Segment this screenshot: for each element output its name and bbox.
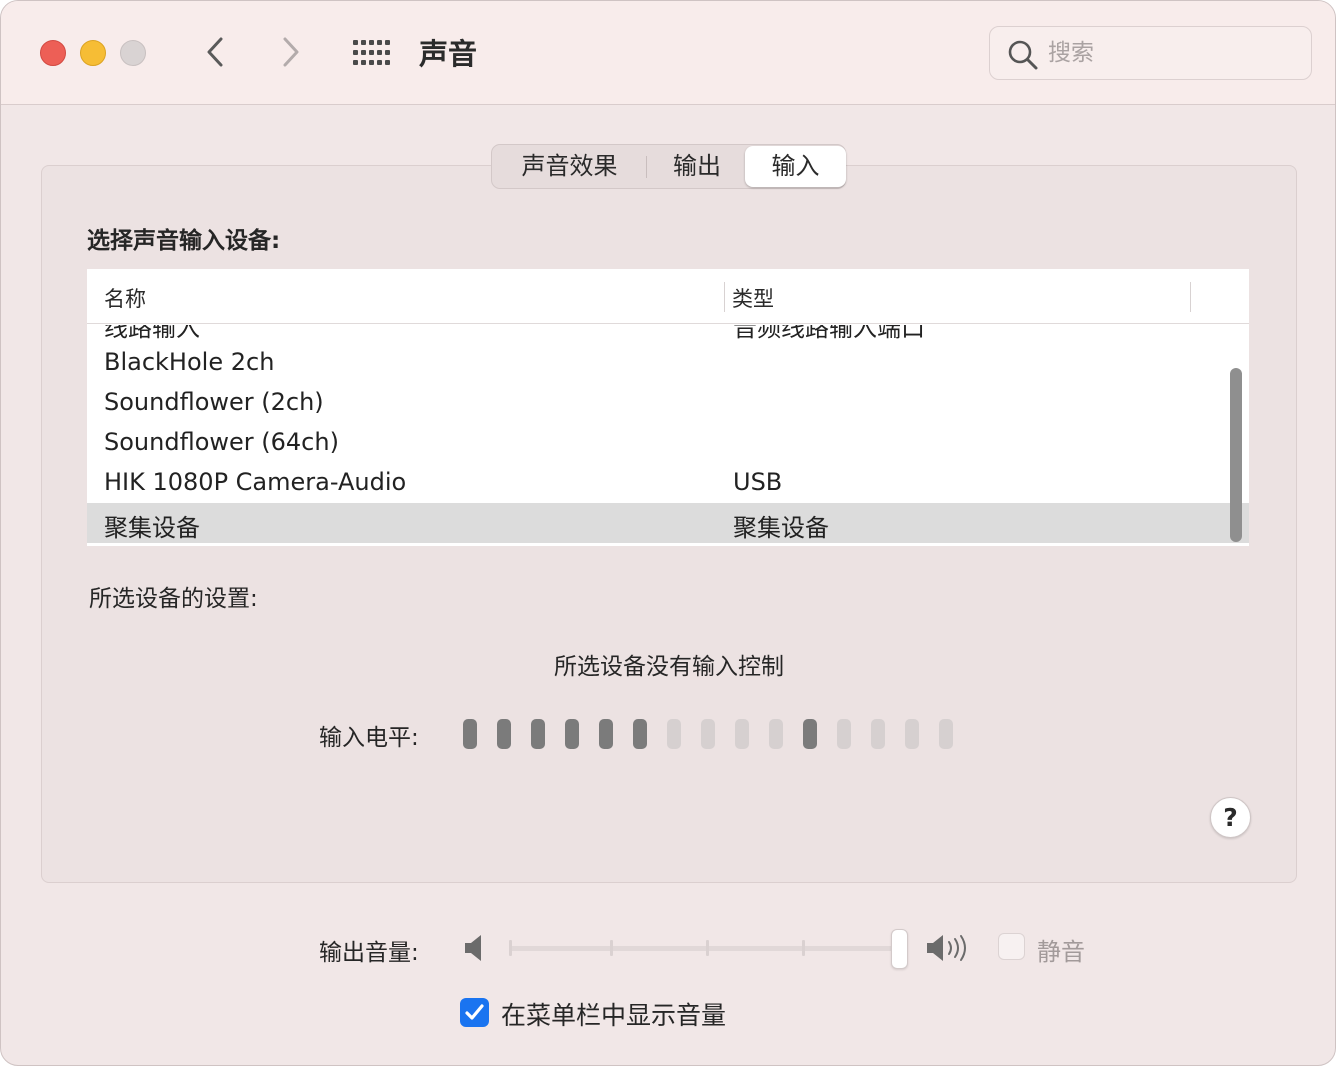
volume-tick [610,940,613,956]
device-name: 线路输入 [104,325,200,342]
search-field[interactable] [989,26,1312,80]
show-volume-in-menubar-label[interactable]: 在菜单栏中显示音量 [501,996,726,1032]
speaker-low-icon [465,935,481,961]
level-bar [701,719,715,749]
level-bar [463,719,477,749]
level-bar [497,719,511,749]
device-name: Soundflower (2ch) [104,388,324,416]
search-input[interactable] [1048,35,1298,71]
tab-bar: 声音效果 输出 输入 [491,144,846,189]
device-type: USB [733,468,783,496]
table-row-selected[interactable]: 聚集设备 聚集设备 [87,503,1249,543]
window-title: 声音 [419,37,478,71]
level-bar [837,719,851,749]
minimize-button[interactable] [80,40,106,66]
tab-output[interactable]: 输出 [647,145,747,188]
volume-tick [509,940,512,956]
checkmark-icon [465,1004,484,1020]
input-device-table: 名称 类型 线路输入 音频线路输入端口 BlackHole 2ch Soundf… [87,269,1249,546]
device-name: Soundflower (64ch) [104,428,339,456]
speaker-high-icon [927,935,966,961]
level-bar [769,719,783,749]
close-button[interactable] [40,40,66,66]
output-volume-label: 输出音量: [319,940,419,966]
mute-checkbox[interactable] [998,933,1025,960]
column-header-name[interactable]: 名称 [104,283,146,313]
help-button[interactable]: ? [1210,797,1251,838]
output-volume-track[interactable] [509,946,901,951]
column-header-type[interactable]: 类型 [732,283,774,313]
show-all-button[interactable] [353,40,390,66]
level-bar [633,719,647,749]
table-row[interactable]: Soundflower (64ch) [87,423,1249,463]
table-row[interactable]: HIK 1080P Camera-Audio USB [87,463,1249,503]
table-row[interactable]: 线路输入 音频线路输入端口 [87,325,1249,343]
level-bar [565,719,579,749]
selected-device-settings-label: 所选设备的设置: [89,586,258,612]
level-bar [871,719,885,749]
input-level-label: 输入电平: [319,725,419,751]
grid-icon [353,40,390,65]
toolbar: 声音 [1,1,1335,105]
no-input-control-message: 所选设备没有输入控制 [554,654,784,680]
level-bar [667,719,681,749]
forward-button[interactable] [272,34,308,70]
table-row[interactable]: Soundflower (2ch) [87,383,1249,423]
output-volume-slider-knob[interactable] [891,929,908,969]
level-bar [939,719,953,749]
volume-tick [706,940,709,956]
level-bar [803,719,817,749]
column-divider[interactable] [724,282,725,312]
device-name: BlackHole 2ch [104,348,275,376]
column-divider[interactable] [1190,282,1191,312]
zoom-button[interactable] [120,40,146,66]
search-icon [1008,40,1038,70]
volume-tick [802,940,805,956]
table-body: 线路输入 音频线路输入端口 BlackHole 2ch Soundflower … [87,325,1249,546]
tab-input[interactable]: 输入 [745,146,846,187]
table-header: 名称 类型 [87,269,1249,324]
device-name: 聚集设备 [104,514,200,542]
device-type: 聚集设备 [733,514,829,542]
select-input-device-label: 选择声音输入设备: [87,228,281,254]
device-name: HIK 1080P Camera-Audio [104,468,407,496]
chevron-right-icon [283,37,299,67]
mute-label[interactable]: 静音 [1037,932,1085,967]
table-row[interactable]: BlackHole 2ch [87,343,1249,383]
back-button[interactable] [198,34,234,70]
level-bar [735,719,749,749]
table-scrollbar[interactable] [1230,368,1242,542]
device-type: 音频线路输入端口 [733,325,925,342]
level-bar [531,719,545,749]
chevron-left-icon [207,37,223,67]
tab-sound-effects[interactable]: 声音效果 [492,145,647,188]
sound-preferences-window: 声音 声音效果 输出 输入 选择声音输入设备: 名称 类型 线路输入 音频线路输… [0,0,1336,1066]
level-bar [599,719,613,749]
level-bar [905,719,919,749]
show-volume-in-menubar-checkbox[interactable] [460,998,489,1027]
